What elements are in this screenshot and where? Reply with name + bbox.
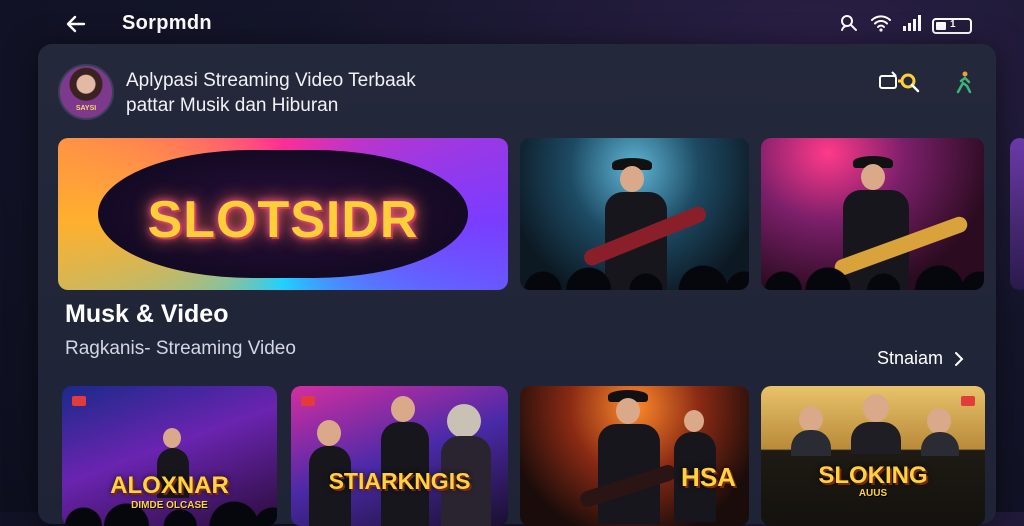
headline: Aplypasi Streaming Video Terbaak pattar … bbox=[126, 68, 626, 118]
headline-line-1: Aplypasi Streaming Video Terbaak bbox=[126, 70, 416, 91]
battery-icon: 1 bbox=[932, 17, 972, 34]
search-person-icon[interactable] bbox=[838, 12, 860, 39]
thumbnail-subtitle: DIMDE OLCASE bbox=[131, 500, 208, 511]
live-badge-icon bbox=[72, 396, 86, 406]
live-badge-icon bbox=[301, 396, 315, 406]
thumbnail-card-2[interactable]: STIARKNGIS bbox=[291, 386, 508, 526]
top-bar: Sorpmdn 1 bbox=[0, 0, 1024, 46]
thumbnail-card-4[interactable]: SLOKING AUUS bbox=[761, 386, 985, 526]
thumbnail-title: STIARKNGIS bbox=[328, 468, 471, 494]
section-title: Musk & Video bbox=[65, 300, 229, 328]
back-arrow-icon[interactable] bbox=[62, 10, 90, 38]
headline-line-2: pattar Musik dan Hiburan bbox=[126, 95, 339, 116]
live-badge-icon bbox=[961, 396, 975, 406]
section-subtitle: Ragkanis- Streaming Video bbox=[65, 338, 296, 359]
thumbnail-title: HSA bbox=[681, 462, 736, 492]
cast-search-icon[interactable] bbox=[878, 70, 926, 99]
chevron-right-icon bbox=[955, 351, 964, 366]
featured-card-peek[interactable] bbox=[1010, 138, 1024, 290]
wifi-icon bbox=[870, 14, 892, 37]
app-title: Sorpmdn bbox=[122, 12, 212, 34]
hero-logo-title: SLOTSIDR bbox=[147, 191, 419, 249]
status-area: 1 bbox=[838, 12, 972, 39]
signal-icon bbox=[902, 15, 922, 36]
header-actions bbox=[878, 70, 976, 99]
thumbnail-card-1[interactable]: ALOXNAR DIMDE OLCASE bbox=[62, 386, 277, 526]
see-all-link[interactable]: Stnaiam bbox=[877, 348, 965, 369]
featured-card-guitarist-1[interactable] bbox=[520, 138, 749, 290]
figure-icon[interactable] bbox=[952, 70, 976, 99]
see-all-label: Stnaiam bbox=[877, 348, 944, 368]
avatar[interactable]: SAYSI bbox=[58, 64, 114, 120]
thumbnail-title: SLOKING bbox=[818, 462, 928, 489]
thumbnail-card-3[interactable]: HSA bbox=[520, 386, 749, 526]
crowd-silhouette bbox=[761, 256, 984, 290]
featured-hero-card[interactable]: SLOTSIDR bbox=[58, 138, 508, 290]
thumbnail-subtitle: AUUS bbox=[858, 488, 888, 499]
battery-text: 1 bbox=[950, 18, 956, 30]
crowd-silhouette bbox=[520, 256, 749, 290]
avatar-label: SAYSI bbox=[75, 105, 97, 112]
thumbnail-title: ALOXNAR bbox=[110, 472, 229, 499]
featured-card-guitarist-2[interactable] bbox=[761, 138, 984, 290]
